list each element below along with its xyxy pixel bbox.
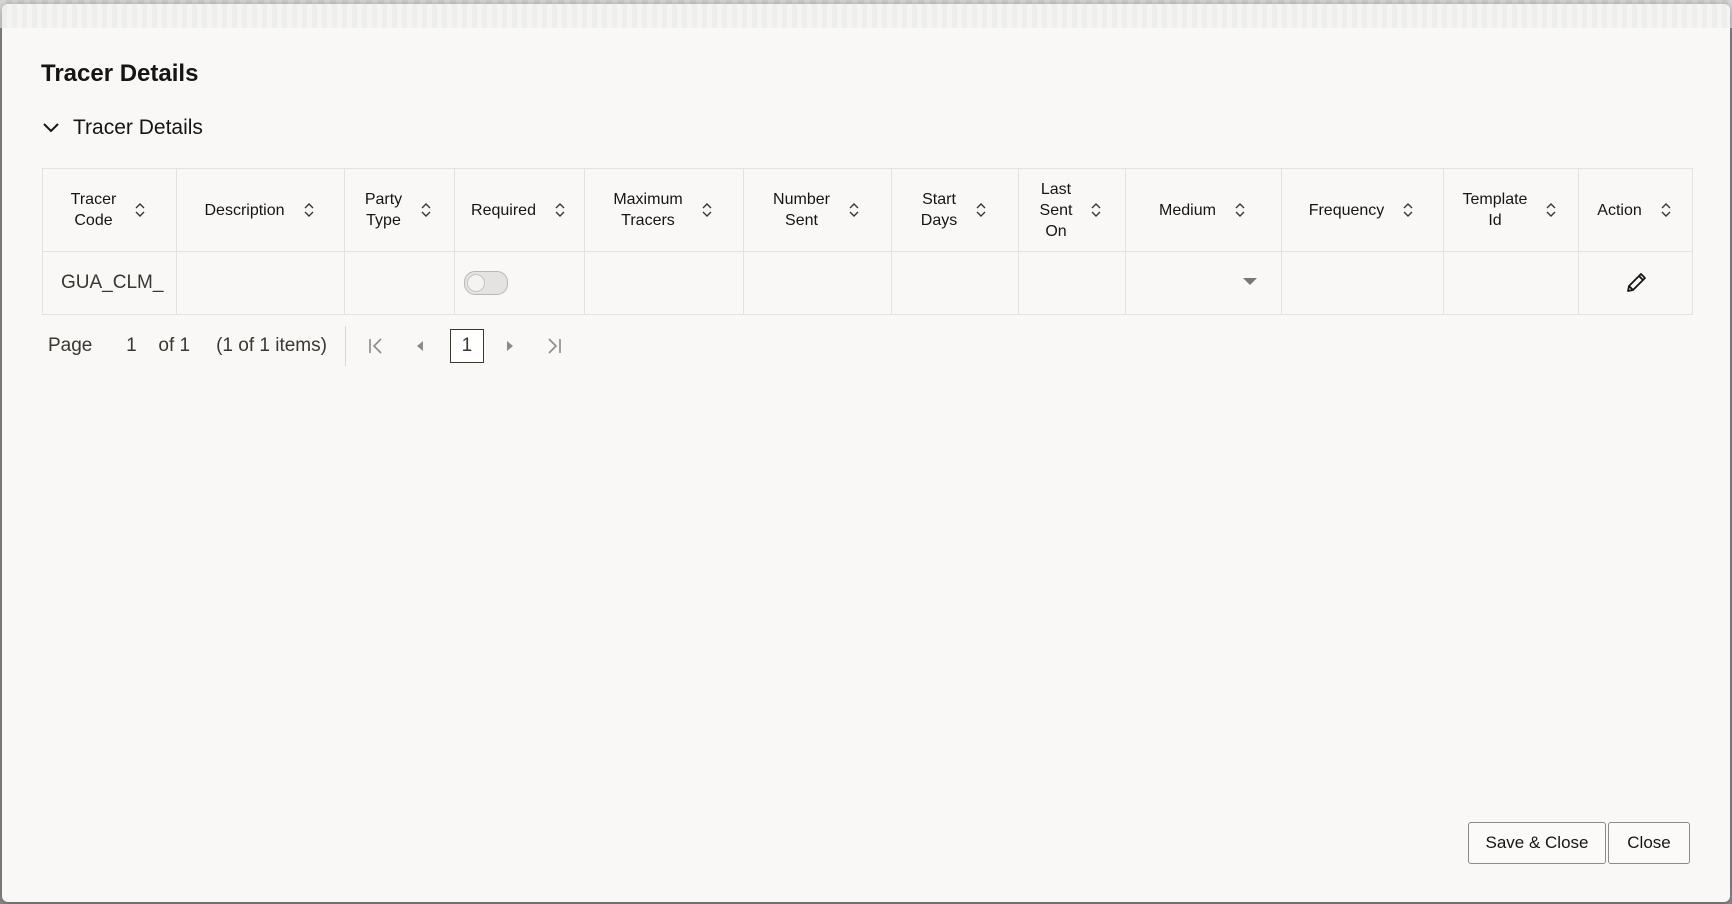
dialog-title: Tracer Details — [41, 60, 199, 87]
column-header-start-days[interactable]: Start Days — [891, 168, 1019, 252]
column-header-number-sent[interactable]: Number Sent — [743, 168, 892, 252]
sort-icon — [849, 203, 859, 217]
save-close-button[interactable]: Save & Close — [1468, 822, 1606, 864]
section-toggle[interactable]: Tracer Details — [41, 116, 203, 140]
current-page-button[interactable]: 1 — [449, 329, 484, 363]
column-header-description[interactable]: Description — [176, 168, 345, 252]
sort-icon — [1091, 203, 1101, 217]
required-toggle[interactable] — [464, 271, 508, 295]
next-page-button[interactable] — [496, 332, 524, 360]
caret-down-icon — [1243, 278, 1257, 285]
dialog-header-strip — [2, 4, 1730, 28]
sort-icon — [1235, 203, 1245, 217]
sort-icon — [421, 203, 431, 217]
previous-page-button[interactable] — [406, 332, 434, 360]
column-header-last-sent-on[interactable]: Last Sent On — [1018, 168, 1126, 252]
sort-icon — [976, 203, 986, 217]
pager-divider — [344, 326, 346, 366]
column-header-action[interactable]: Action — [1578, 168, 1693, 252]
sort-icon — [1403, 203, 1413, 217]
tracer-table: Tracer Code Description Party Type Requi… — [42, 168, 1693, 315]
column-header-medium[interactable]: Medium — [1125, 168, 1282, 252]
cell-party-type — [344, 251, 455, 315]
sort-icon — [1546, 203, 1556, 217]
pencil-icon — [1626, 273, 1646, 292]
cell-tracer-code: GUA_CLM_ — [42, 251, 177, 315]
cell-last-sent-on — [1018, 251, 1126, 315]
column-header-maximum-tracers[interactable]: Maximum Tracers — [584, 168, 744, 252]
sort-icon — [135, 203, 145, 217]
table-header-row: Tracer Code Description Party Type Requi… — [42, 168, 1693, 252]
sort-icon — [702, 203, 712, 217]
column-header-template-id[interactable]: Template Id — [1443, 168, 1579, 252]
next-page-icon — [506, 341, 513, 351]
first-page-icon — [369, 338, 382, 354]
column-header-party-type[interactable]: Party Type — [344, 168, 455, 252]
page-total: of 1 — [158, 335, 191, 356]
cell-action — [1578, 251, 1693, 315]
column-header-required[interactable]: Required — [454, 168, 585, 252]
edit-button[interactable] — [1579, 269, 1692, 297]
cell-description — [176, 251, 345, 315]
cell-number-sent — [743, 251, 892, 315]
last-page-button[interactable] — [540, 332, 568, 360]
items-count: (1 of 1 items) — [216, 335, 327, 356]
sort-icon — [304, 203, 314, 217]
last-page-icon — [548, 338, 561, 354]
section-title: Tracer Details — [73, 116, 203, 139]
sort-icon — [555, 203, 565, 217]
page-input[interactable]: 1 — [124, 335, 138, 357]
cell-template-id — [1443, 251, 1579, 315]
page-label: Page — [48, 335, 93, 356]
tracer-details-dialog: Tracer Details Tracer Details Tracer Cod… — [2, 4, 1730, 902]
first-page-button[interactable] — [362, 332, 390, 360]
pagination: Page 1 of 1 (1 of 1 items) 1 — [48, 326, 584, 366]
chevron-down-icon — [43, 123, 59, 133]
column-header-tracer-code[interactable]: Tracer Code — [42, 168, 177, 252]
medium-select[interactable] — [1125, 251, 1282, 315]
cell-required — [454, 251, 585, 315]
previous-page-icon — [416, 341, 423, 351]
cell-maximum-tracers — [584, 251, 744, 315]
column-header-frequency[interactable]: Frequency — [1281, 168, 1444, 252]
cell-start-days — [891, 251, 1019, 315]
close-button[interactable]: Close — [1608, 822, 1690, 864]
table-row[interactable]: GUA_CLM_ — [42, 251, 1693, 315]
cell-frequency — [1281, 251, 1444, 315]
sort-icon — [1661, 203, 1671, 217]
